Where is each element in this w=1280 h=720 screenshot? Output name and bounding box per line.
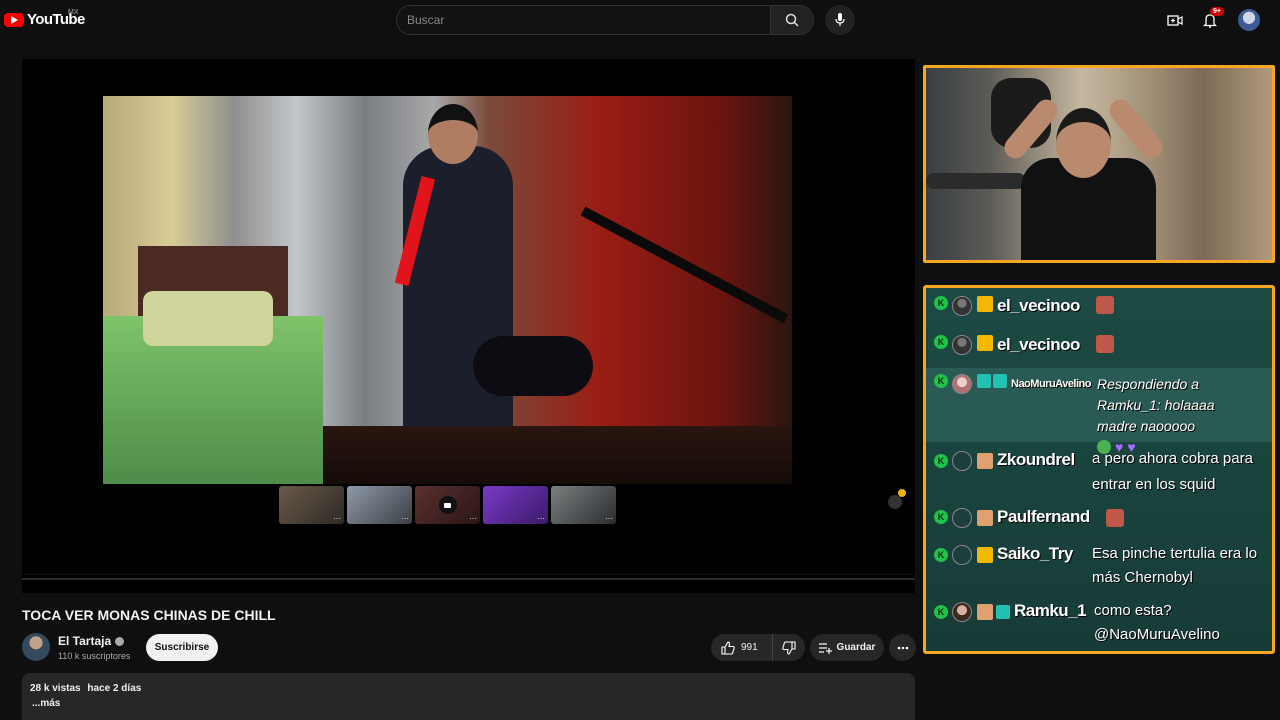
mod-badge-icon: K [934,548,948,562]
sub-badge-icon [993,374,1007,388]
mic-icon [835,13,845,26]
more-horizontal-icon [897,646,908,649]
chat-username: el_vecinoo [997,335,1080,354]
create-button[interactable] [1165,10,1185,30]
mod-badge-icon: K [934,374,948,388]
crown-badge-icon [977,335,993,351]
chat-message: K el_vecinoo [926,296,1272,326]
video-title: TOCA VER MONAS CHINAS DE CHILL [22,607,276,623]
sub-badge-icon [996,605,1010,619]
sub-badge-icon [977,374,991,388]
mod-badge-icon: K [934,454,948,468]
search-icon [785,13,799,27]
user-avatar [952,602,972,622]
like-button[interactable]: 991 [711,634,773,661]
notification-count-badge: 9+ [1210,7,1224,16]
search-button[interactable] [770,5,814,35]
participant-thumbnails: ··· ··· ··· ··· ··· [279,486,616,524]
subscriber-count: 110 k suscriptores [58,651,131,661]
view-date-row: 28 k vistas hace 2 días [30,683,141,694]
chat-text: Respondiendo a Ramku_1: holaaaa madre na… [1097,376,1215,434]
video-content [103,96,792,484]
save-label: Guardar [836,642,876,653]
participant-thumbnail[interactable]: ··· [551,486,616,524]
chat-message: K NaoMuruAvelino Respondiendo a Ramku_1:… [926,368,1272,455]
chat-text: a pero ahora cobra para entrar en los sq… [1092,450,1253,493]
progress-bar[interactable] [22,575,915,593]
chat-username: NaoMuruAvelino [1011,378,1092,390]
more-actions-button[interactable] [889,634,916,661]
emote-icon [1105,509,1124,527]
channel-name-row[interactable]: El Tartaja [58,634,125,648]
emote-icon [1095,296,1114,314]
dislike-button[interactable] [773,634,805,661]
participant-thumbnail[interactable]: ··· [483,486,548,524]
verified-icon [115,637,125,647]
streamer-webcam [923,65,1275,263]
like-count: 991 [741,642,758,653]
top-bar: YouTube MX 9+ [0,0,1280,40]
mod-badge-icon: K [934,335,948,349]
thumbs-up-icon [721,640,735,655]
camera-off-icon [438,496,457,514]
create-icon [1167,15,1183,26]
chat-username: Ramku_1 [1014,601,1087,620]
chat-text: Esa pinche tertulia era lo más Chernobyl [1092,545,1258,586]
emote-icon [1095,335,1114,353]
upload-date: hace 2 días [87,683,142,694]
user-avatar [952,335,972,355]
thumbs-down-icon [782,640,796,655]
channel-avatar[interactable] [22,633,50,661]
crown-badge-icon [977,296,993,312]
chat-overlay: K el_vecinoo K el_vecinoo K NaoMuruAveli… [923,285,1275,654]
chat-message: K Paulfernand [926,505,1272,535]
search-box[interactable] [396,5,771,35]
chat-username: el_vecinoo [997,296,1080,315]
view-count: 28 k vistas [30,683,81,694]
show-more-link[interactable]: ...más [32,698,60,709]
chat-message: K Ramku_1 como esta? @NaoMuruAvelino [926,599,1272,651]
save-button[interactable]: Guardar [810,634,884,661]
participant-thumbnail[interactable]: ··· [415,486,480,524]
chat-username: Saiko_Try [997,544,1073,563]
like-dislike-group: 991 [711,634,805,661]
chat-message: K el_vecinoo [926,335,1272,365]
playlist-add-icon [818,642,832,654]
sub-badge-icon [977,510,993,526]
search-input[interactable] [397,6,770,34]
youtube-play-icon [4,12,24,27]
chat-message: K Zkoundrel a pero ahora cobra para entr… [926,446,1272,500]
sub-badge-icon [977,453,993,469]
user-avatar [952,508,972,528]
chat-text: como esta? @NaoMuruAvelino [1094,602,1220,643]
mod-badge-icon: K [934,605,948,619]
crown-badge-icon [977,547,993,563]
user-avatar [952,296,972,316]
sub-badge-icon [977,604,993,620]
alert-badge-icon [898,489,906,497]
mod-badge-icon: K [934,296,948,310]
chat-message: K Saiko_Try Esa pinche tertulia era lo m… [926,542,1272,596]
participant-thumbnail[interactable]: ··· [347,486,412,524]
chat-username: Zkoundrel [997,450,1075,469]
user-avatar [952,374,972,394]
voice-search-button[interactable] [825,5,855,35]
user-avatar [952,545,972,565]
description-box[interactable]: 28 k vistas hace 2 días ...más [22,673,915,720]
participant-thumbnail[interactable]: ··· [279,486,344,524]
video-player[interactable]: ··· ··· ··· ··· ··· [22,59,915,574]
user-avatar [952,451,972,471]
account-avatar[interactable] [1238,9,1260,31]
lock-icon[interactable] [888,495,902,509]
channel-name[interactable]: El Tartaja [58,634,111,648]
chat-username: Paulfernand [997,507,1090,526]
region-label: MX [68,9,79,16]
mod-badge-icon: K [934,510,948,524]
notifications-button[interactable]: 9+ [1200,7,1224,30]
subscribe-button[interactable]: Suscribirse [146,634,218,661]
